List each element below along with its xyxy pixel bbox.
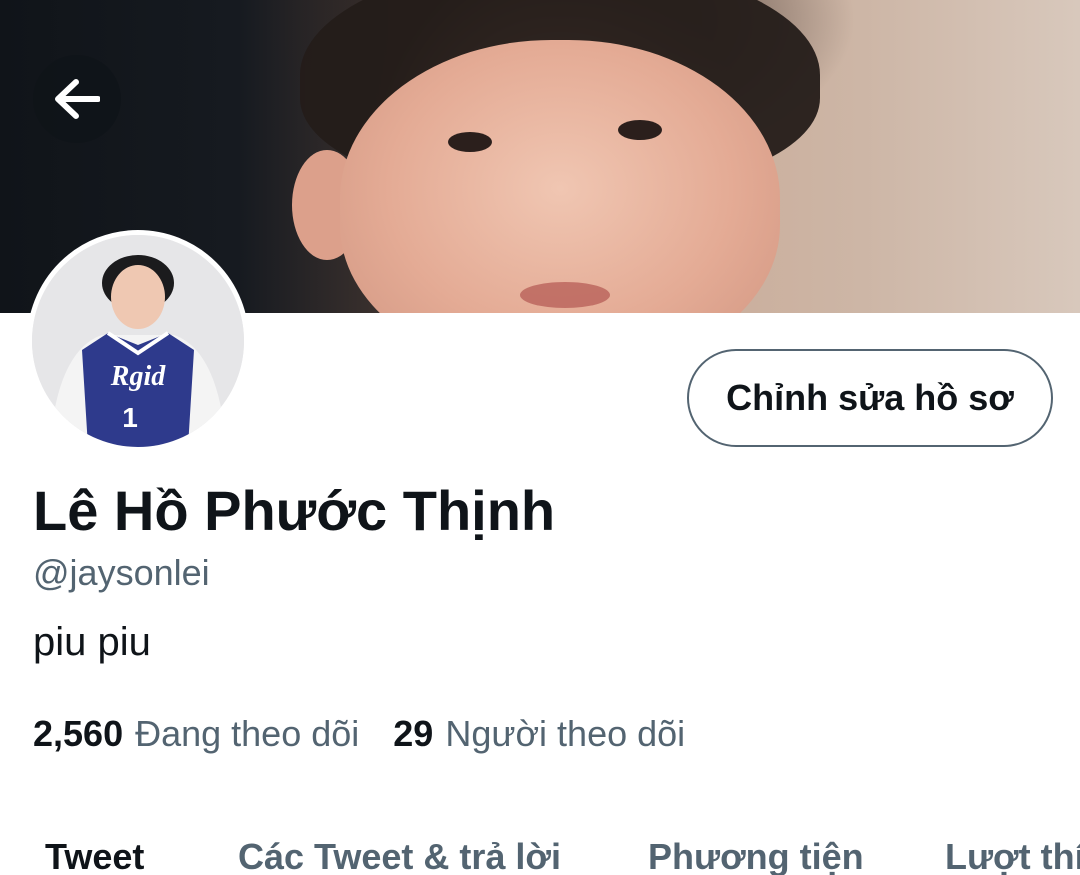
profile-page: Rgid 1 Chỉnh sửa hồ sơ Lê Hồ Phước Thịnh… — [0, 0, 1080, 875]
followers-count: 29 — [393, 713, 434, 754]
tab-media[interactable]: Phương tiện — [648, 836, 864, 875]
tab-tweets-replies[interactable]: Các Tweet & trả lời — [238, 836, 561, 875]
arrow-left-icon — [55, 79, 100, 119]
avatar-jersey-text: Rgid — [110, 361, 166, 392]
following-count: 2,560 — [33, 713, 124, 754]
avatar-photo: Rgid 1 — [32, 235, 244, 447]
avatar-jersey-number: 1 — [122, 402, 138, 433]
profile-handle: @jaysonlei — [33, 552, 210, 593]
follow-stats: 2,560 Đang theo dõi 29 Người theo dõi — [33, 713, 685, 755]
following-label: Đang theo dõi — [135, 713, 360, 754]
profile-bio: piu piu — [33, 620, 151, 664]
following-link[interactable]: 2,560 Đang theo dõi — [33, 713, 359, 755]
profile-tabs: Tweet Các Tweet & trả lời Phương tiện Lư… — [0, 832, 1080, 875]
avatar[interactable]: Rgid 1 — [27, 230, 249, 452]
followers-link[interactable]: 29 Người theo dõi — [393, 713, 685, 755]
back-button[interactable] — [33, 55, 121, 143]
tab-likes[interactable]: Lượt thích — [945, 836, 1080, 875]
followers-label: Người theo dõi — [445, 713, 686, 754]
profile-name: Lê Hồ Phước Thịnh — [33, 479, 556, 542]
tab-tweets[interactable]: Tweet — [45, 836, 144, 875]
edit-profile-button[interactable]: Chỉnh sửa hồ sơ — [687, 349, 1053, 447]
